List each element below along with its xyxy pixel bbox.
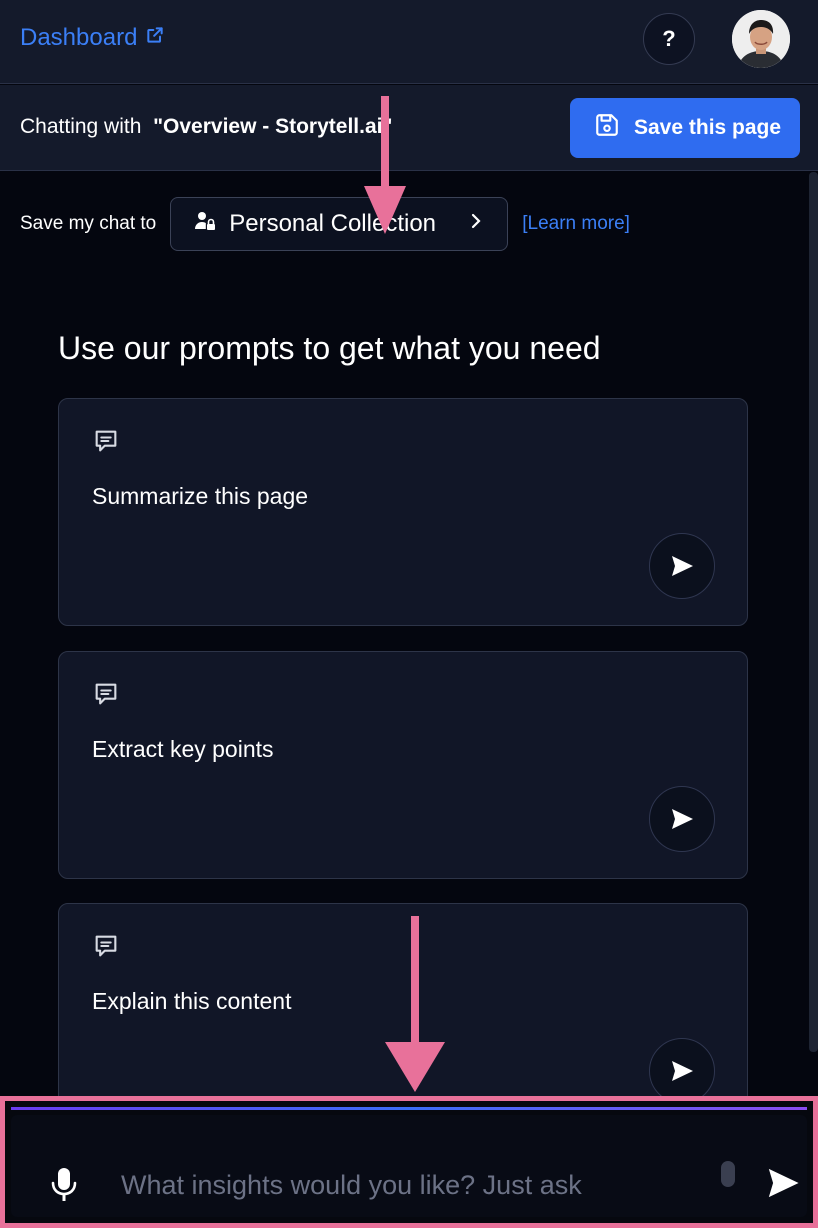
input-glow-line xyxy=(11,1107,807,1110)
prompt-card[interactable]: Summarize this page xyxy=(58,398,748,626)
chatting-prefix: Chatting with xyxy=(20,115,154,138)
chevron-right-icon xyxy=(469,212,483,236)
chat-input-bar xyxy=(0,1096,818,1228)
prompt-send-button[interactable] xyxy=(649,786,715,852)
annotation-arrow xyxy=(364,96,406,234)
resize-handle[interactable] xyxy=(721,1161,735,1187)
top-bar: Dashboard ? xyxy=(0,0,818,84)
chat-input[interactable] xyxy=(121,1165,681,1205)
send-icon xyxy=(672,809,693,829)
save-page-button[interactable]: Save this page xyxy=(570,98,800,158)
save-chat-row: Save my chat to Personal Collection [Lea… xyxy=(20,197,630,251)
prompt-label: Extract key points xyxy=(92,736,274,762)
prompt-label: Explain this content xyxy=(92,988,292,1014)
chatting-with-text: Chatting with "Overview - Storytell.ai" xyxy=(20,115,392,139)
chat-bubble-icon xyxy=(92,680,120,713)
send-icon[interactable] xyxy=(766,1167,800,1204)
chat-bubble-icon xyxy=(92,427,120,460)
annotation-arrow xyxy=(385,916,445,1092)
dashboard-label: Dashboard xyxy=(20,24,138,51)
prompt-send-button[interactable] xyxy=(649,1038,715,1104)
send-icon xyxy=(672,556,693,576)
save-icon xyxy=(594,112,620,144)
dashboard-link[interactable]: Dashboard xyxy=(20,24,165,52)
help-button[interactable]: ? xyxy=(643,13,695,65)
user-lock-icon xyxy=(193,209,217,240)
prompt-label: Summarize this page xyxy=(92,483,309,509)
chat-bubble-icon xyxy=(92,932,120,965)
save-page-label: Save this page xyxy=(634,116,782,139)
chat-input-container xyxy=(11,1115,807,1217)
external-link-icon xyxy=(145,24,165,52)
scrollbar[interactable] xyxy=(809,172,818,1052)
prompt-send-button[interactable] xyxy=(649,533,715,599)
microphone-icon[interactable] xyxy=(51,1167,77,1208)
send-icon xyxy=(672,1061,693,1081)
avatar[interactable] xyxy=(732,10,790,68)
collection-selector[interactable]: Personal Collection xyxy=(170,197,509,251)
save-chat-label: Save my chat to xyxy=(20,213,157,234)
prompt-card[interactable]: Extract key points xyxy=(58,651,748,879)
prompts-heading: Use our prompts to get what you need xyxy=(58,330,601,366)
learn-more-link[interactable]: [Learn more] xyxy=(522,213,630,235)
help-label: ? xyxy=(662,26,676,51)
